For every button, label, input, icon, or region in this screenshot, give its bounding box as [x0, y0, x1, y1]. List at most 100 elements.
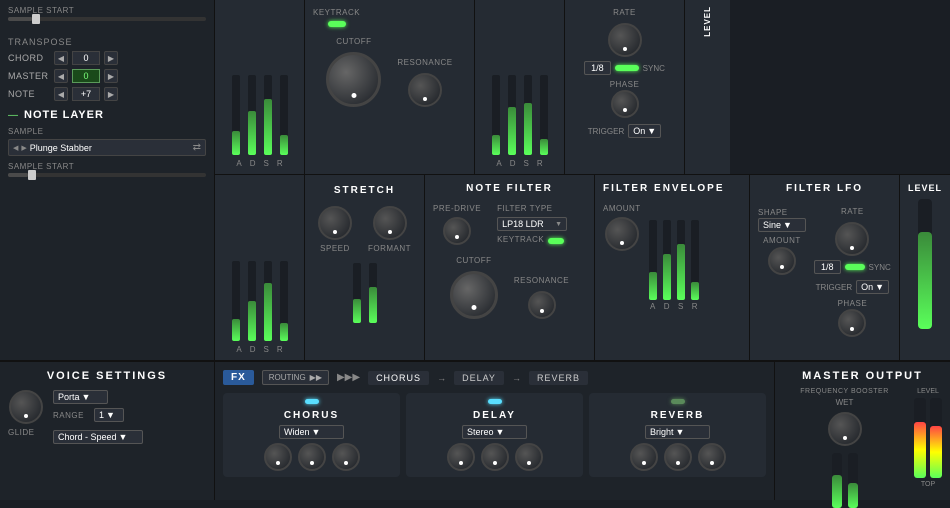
delay-knob-1[interactable]	[447, 443, 475, 471]
keytrack-led[interactable]	[328, 21, 346, 27]
reverb-knob-3[interactable]	[698, 443, 726, 471]
label-a-1: A	[236, 159, 241, 168]
adsr-panel-3: A D S R	[215, 175, 305, 360]
flfo-shape-dropdown[interactable]: Sine ▼	[758, 218, 806, 232]
flfo-rate-dot	[850, 246, 854, 250]
keytrack-label-nf: KEYTRACK	[497, 235, 544, 244]
delay-preset-dropdown[interactable]: Stereo ▼	[462, 425, 527, 439]
fader-a-3	[232, 261, 240, 341]
master-up-btn[interactable]: ▶	[104, 69, 118, 83]
glide-type-value: Porta	[58, 392, 80, 402]
rate-knob-top[interactable]	[608, 23, 642, 57]
sample-prev-icon[interactable]: ◀	[13, 144, 18, 152]
fader-d-1	[248, 75, 256, 155]
range-dropdown[interactable]: 1 ▼	[94, 408, 124, 422]
reverb-knob-1[interactable]	[630, 443, 658, 471]
master-down-btn[interactable]: ◀	[54, 69, 68, 83]
chord-value: 0	[72, 51, 100, 65]
sample-selector[interactable]: ◀ ▶ Plunge Stabber ⇄	[8, 139, 206, 156]
chord-up-btn[interactable]: ▶	[104, 51, 118, 65]
fader-track-a-1[interactable]	[232, 75, 240, 155]
stretch-fader-2[interactable]	[369, 263, 377, 323]
level-meter-1[interactable]	[914, 398, 926, 478]
fe-amount-knob[interactable]	[605, 217, 639, 251]
fader-track-r-3[interactable]	[280, 261, 288, 341]
reverb-knob-2[interactable]	[664, 443, 692, 471]
chorus-knob-1[interactable]	[264, 443, 292, 471]
resonance-knob[interactable]	[408, 73, 442, 107]
fader-track-r-2[interactable]	[540, 75, 548, 155]
resonance-label: RESONANCE	[397, 58, 452, 67]
note-down-btn[interactable]: ◀	[54, 87, 68, 101]
fe-fader-track-a[interactable]	[649, 220, 657, 300]
nf-cutoff-knob[interactable]	[450, 271, 498, 319]
shuffle-icon[interactable]: ⇄	[193, 142, 201, 153]
fader-track-d-1[interactable]	[248, 75, 256, 155]
fx-routing-btn[interactable]: ROUTING ▶▶	[262, 370, 329, 385]
fader-track-r-1[interactable]	[280, 75, 288, 155]
sample-start-slider-2[interactable]	[8, 173, 206, 177]
flfo-amount-knob[interactable]	[768, 247, 796, 275]
sample-start-slider-1[interactable]	[8, 17, 206, 21]
keytrack-led-nf[interactable]	[548, 238, 564, 244]
fe-fader-track-d[interactable]	[663, 220, 671, 300]
fader-track-a-3[interactable]	[232, 261, 240, 341]
fe-fader-track-r[interactable]	[691, 220, 699, 300]
master-value: 0	[72, 69, 100, 83]
transpose-label: TRANSPOSE	[8, 37, 206, 47]
fader-r-3	[280, 261, 288, 341]
reverb-led[interactable]	[671, 399, 685, 404]
fe-fader-track-s[interactable]	[677, 220, 685, 300]
formant-knob[interactable]	[373, 206, 407, 240]
speed-type-dropdown[interactable]: Chord - Speed ▼	[53, 430, 143, 444]
sync-led-top[interactable]	[615, 65, 639, 71]
fader-track-a-2[interactable]	[492, 75, 500, 155]
glide-type-dropdown[interactable]: Porta ▼	[53, 390, 108, 404]
fader-track-s-2[interactable]	[524, 75, 532, 155]
delay-knob-2[interactable]	[481, 443, 509, 471]
rate-value-top: 1/8	[584, 61, 611, 75]
speed-knob[interactable]	[318, 206, 352, 240]
fader-r-1	[280, 75, 288, 155]
level-meter-2[interactable]	[930, 398, 942, 478]
fader-track-d-3[interactable]	[248, 261, 256, 341]
top-label: TOP	[921, 481, 935, 488]
flfo-trigger-dropdown[interactable]: On ▼	[856, 280, 889, 294]
fader-track-d-2[interactable]	[508, 75, 516, 155]
level-output-section: LEVEL TOP	[914, 388, 942, 488]
chorus-knob-2[interactable]	[298, 443, 326, 471]
flfo-amount-section: AMOUNT	[758, 236, 806, 275]
cutoff-knob[interactable]	[326, 52, 381, 107]
glide-knob[interactable]	[9, 390, 43, 424]
level-fader[interactable]	[918, 199, 932, 329]
flfo-rate-knob[interactable]	[835, 222, 869, 256]
trigger-dropdown-top[interactable]: On ▼	[628, 124, 661, 138]
chord-down-btn[interactable]: ◀	[54, 51, 68, 65]
fe-label-r: R	[692, 302, 698, 311]
predrive-knob[interactable]	[443, 217, 471, 245]
chorus-preset-dropdown[interactable]: Widen ▼	[279, 425, 344, 439]
sample-section: SAMPLE ◀ ▶ Plunge Stabber ⇄	[8, 127, 206, 162]
chorus-led[interactable]	[305, 399, 319, 404]
note-up-btn[interactable]: ▶	[104, 87, 118, 101]
delay-led[interactable]	[488, 399, 502, 404]
fx-routing-arrow: ▶▶	[310, 373, 322, 382]
fx-effects-cards: CHORUS Widen ▼ DELAY	[223, 393, 766, 477]
freq-wet-knob[interactable]	[828, 412, 862, 446]
filter-type-dropdown[interactable]: LP18 LDR ▼	[497, 217, 567, 231]
reverb-preset-dropdown[interactable]: Bright ▼	[645, 425, 710, 439]
chorus-knob-3[interactable]	[332, 443, 360, 471]
fader-fill-a-2	[492, 135, 500, 155]
freq-fader-fill-1	[832, 475, 842, 508]
flfo-shape-value: Sine	[763, 220, 781, 230]
sample-start-fill-1	[8, 17, 32, 21]
delay-knob-3[interactable]	[515, 443, 543, 471]
fader-track-s-1[interactable]	[264, 75, 272, 155]
flfo-sync-led[interactable]	[845, 264, 865, 270]
phase-knob-top[interactable]	[611, 90, 639, 118]
fader-track-s-3[interactable]	[264, 261, 272, 341]
stretch-fader-1[interactable]	[353, 263, 361, 323]
flfo-phase-knob[interactable]	[838, 309, 866, 337]
nf-resonance-knob[interactable]	[528, 291, 556, 319]
sample-next-icon[interactable]: ▶	[21, 144, 26, 152]
